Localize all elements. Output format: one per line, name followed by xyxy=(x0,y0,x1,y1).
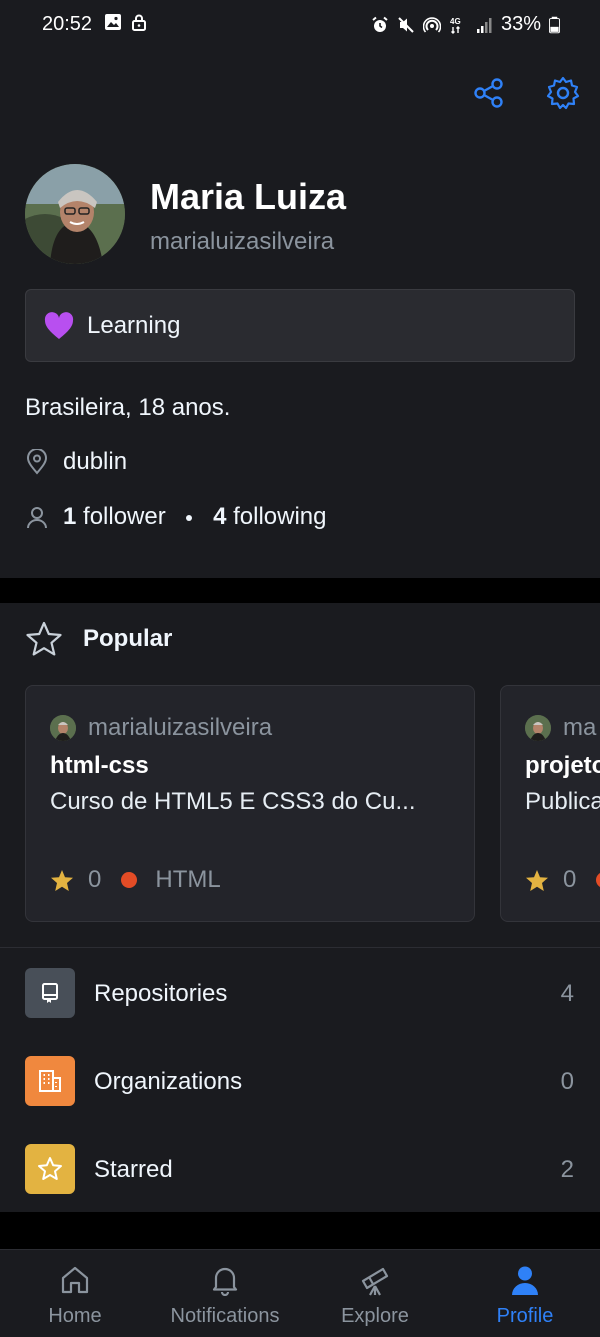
nav-label: Explore xyxy=(341,1305,409,1327)
followers-label: follower xyxy=(83,503,166,530)
repo-card[interactable]: marialuizasilveira html-css Curso de HTM… xyxy=(25,685,475,922)
home-icon xyxy=(61,1266,89,1294)
organization-icon xyxy=(25,1056,75,1106)
alarm-icon xyxy=(372,16,388,32)
lock-icon xyxy=(132,14,146,31)
following-count: 4 xyxy=(213,503,227,530)
profile-login: marialuizasilveira xyxy=(150,228,335,255)
hotspot-icon xyxy=(422,16,441,33)
location-pin-icon xyxy=(26,449,48,475)
popular-heading: Popular xyxy=(25,621,172,657)
repo-icon xyxy=(25,968,75,1018)
status-text: Learning xyxy=(87,312,181,339)
bell-icon xyxy=(212,1267,238,1296)
repo-description: Publica xyxy=(525,788,600,815)
language-color-dot xyxy=(596,872,600,888)
location-text: dublin xyxy=(63,448,128,475)
list-label: Repositories xyxy=(94,980,228,1007)
list-item-starred[interactable]: Starred 2 xyxy=(0,1124,600,1212)
owner-avatar xyxy=(50,715,76,741)
star-filled-icon xyxy=(51,869,73,891)
gallery-icon xyxy=(105,14,121,30)
mute-icon xyxy=(398,16,414,33)
profile-header: Maria Luiza marialuizasilveira Learning … xyxy=(0,52,600,578)
repo-stars: 0 xyxy=(88,866,102,893)
svg-text:4G: 4G xyxy=(450,17,461,26)
purple-heart-icon xyxy=(44,312,74,339)
star-filled-icon xyxy=(526,869,548,891)
following-label: following xyxy=(233,503,327,530)
repo-description: Curso de HTML5 E CSS3 do Cu... xyxy=(50,788,416,815)
popular-section: Popular marialuizasilveira html-css Curs… xyxy=(0,603,600,948)
nav-home[interactable]: Home xyxy=(0,1250,150,1337)
star-icon xyxy=(25,1144,75,1194)
nav-profile[interactable]: Profile xyxy=(450,1250,600,1337)
profile-name: Maria Luiza xyxy=(150,176,347,217)
list-count: 4 xyxy=(560,980,574,1007)
telescope-icon xyxy=(361,1267,389,1296)
clock: 20:52 xyxy=(42,13,93,35)
repo-name: projeto xyxy=(525,752,600,779)
settings-gear-icon[interactable] xyxy=(546,76,580,110)
list-label: Starred xyxy=(94,1156,173,1183)
list-item-organizations[interactable]: Organizations 0 xyxy=(0,1036,600,1124)
status-box[interactable]: Learning xyxy=(25,289,575,362)
separator-dot xyxy=(186,514,193,521)
nav-label: Home xyxy=(48,1305,102,1327)
popular-heading-text: Popular xyxy=(83,625,173,652)
profile-lists: Repositories 4 Organizations 0 Starred 2 xyxy=(0,948,600,1212)
person-icon xyxy=(27,507,47,529)
bottom-navigation: Home Notifications Explore Profile xyxy=(0,1249,600,1337)
repo-stars: 0 xyxy=(563,866,577,893)
repo-language: HTML xyxy=(155,866,221,893)
followers-count: 1 xyxy=(63,503,77,530)
repo-owner: marialuizasilveira xyxy=(88,714,273,741)
follow-row[interactable]: 1 follower 4 following xyxy=(25,503,327,531)
person-icon xyxy=(512,1266,538,1295)
list-count: 2 xyxy=(560,1156,574,1183)
profile-bio: Brasileira, 18 anos. xyxy=(25,394,231,421)
nav-label: Profile xyxy=(496,1305,554,1327)
share-icon[interactable] xyxy=(472,76,506,110)
avatar-photo xyxy=(25,164,125,264)
repo-name: html-css xyxy=(50,752,149,779)
list-item-repositories[interactable]: Repositories 4 xyxy=(0,948,600,1036)
nav-explore[interactable]: Explore xyxy=(300,1250,450,1337)
location-row: dublin xyxy=(25,448,127,476)
nav-notifications[interactable]: Notifications xyxy=(150,1250,300,1337)
avatar[interactable] xyxy=(25,164,125,264)
signal-icon xyxy=(476,17,492,33)
repo-owner: ma xyxy=(563,714,597,741)
star-outline-icon xyxy=(26,621,62,656)
repo-card[interactable]: ma projeto Publica 0 xyxy=(500,685,600,922)
status-bar: 20:52 4G 33% xyxy=(0,0,600,52)
nav-label: Notifications xyxy=(170,1305,280,1327)
battery-icon xyxy=(549,16,560,33)
list-count: 0 xyxy=(560,1068,574,1095)
battery-percent: 33% xyxy=(500,13,541,35)
language-color-dot xyxy=(121,872,138,888)
owner-avatar xyxy=(525,715,551,741)
list-label: Organizations xyxy=(94,1068,243,1095)
network-4g-icon: 4G xyxy=(450,17,461,34)
